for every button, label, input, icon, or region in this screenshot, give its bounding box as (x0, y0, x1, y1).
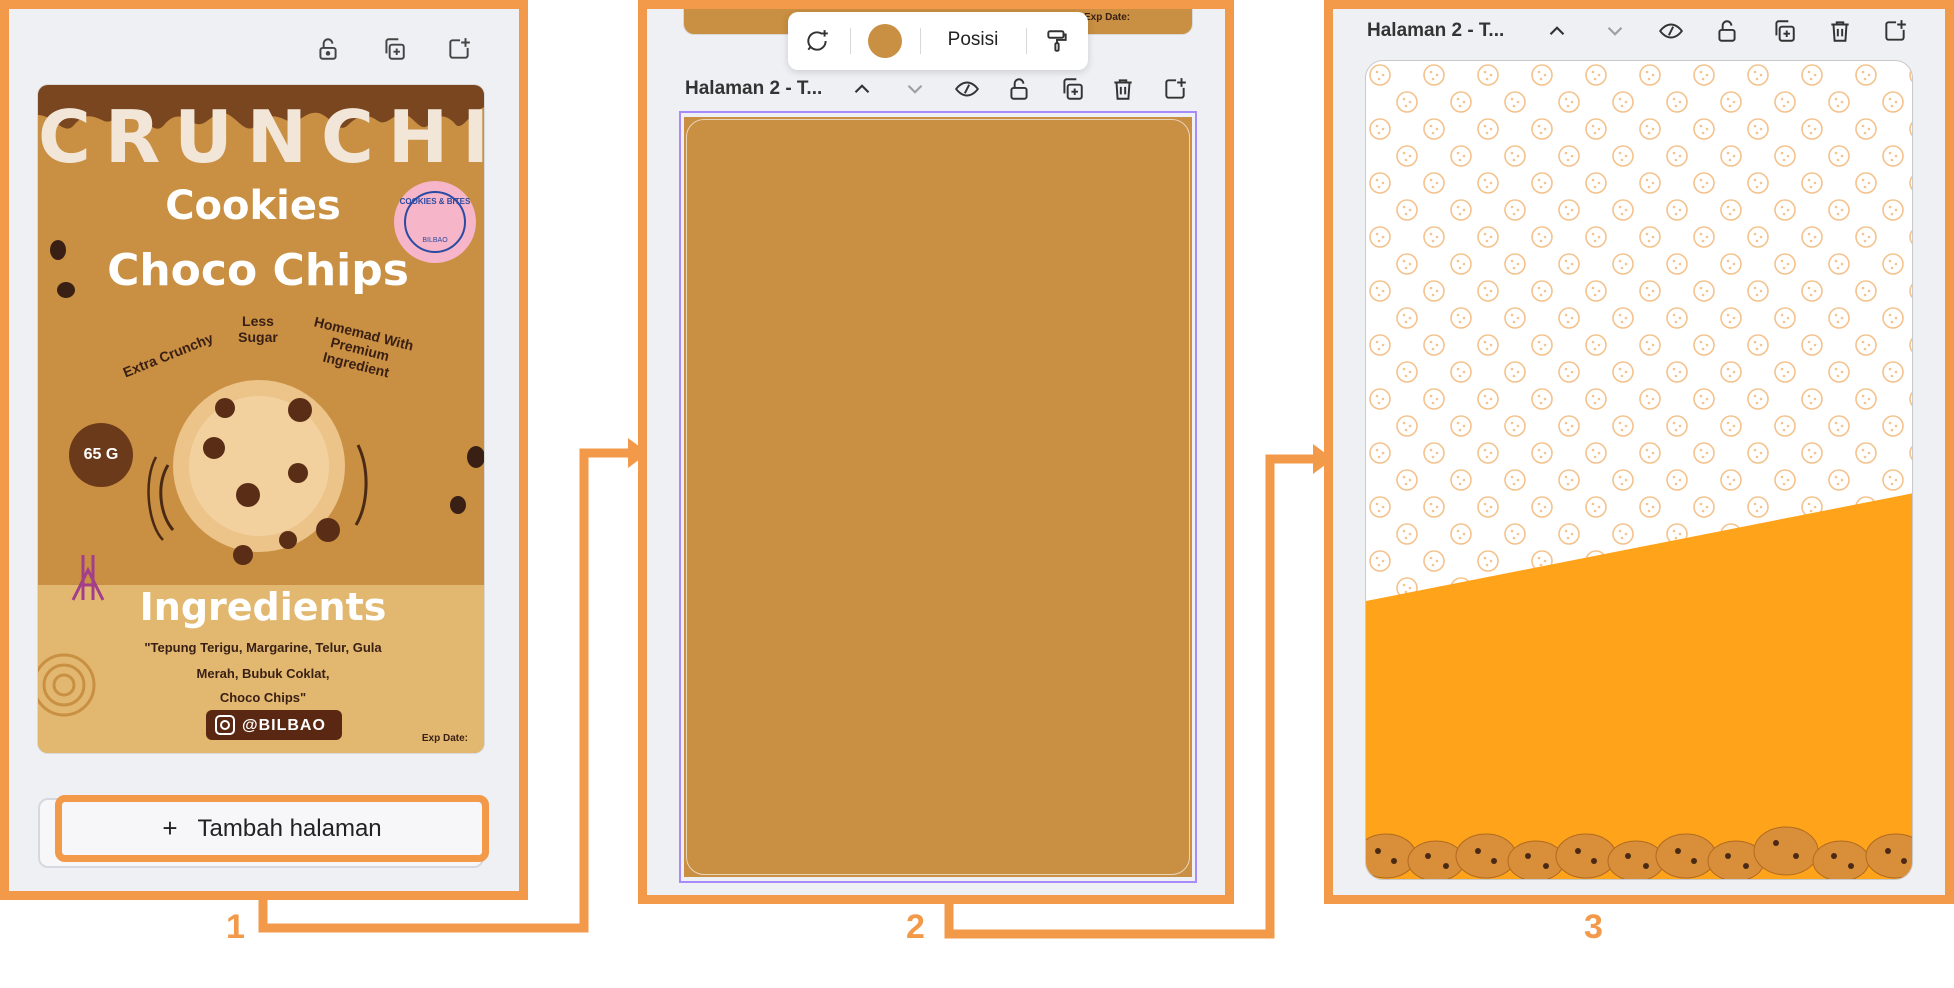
step2-number: 2 (906, 908, 925, 946)
step2-highlight-frame (638, 0, 1234, 904)
step3-highlight-frame (1324, 0, 1954, 904)
step3-number: 3 (1584, 908, 1603, 946)
